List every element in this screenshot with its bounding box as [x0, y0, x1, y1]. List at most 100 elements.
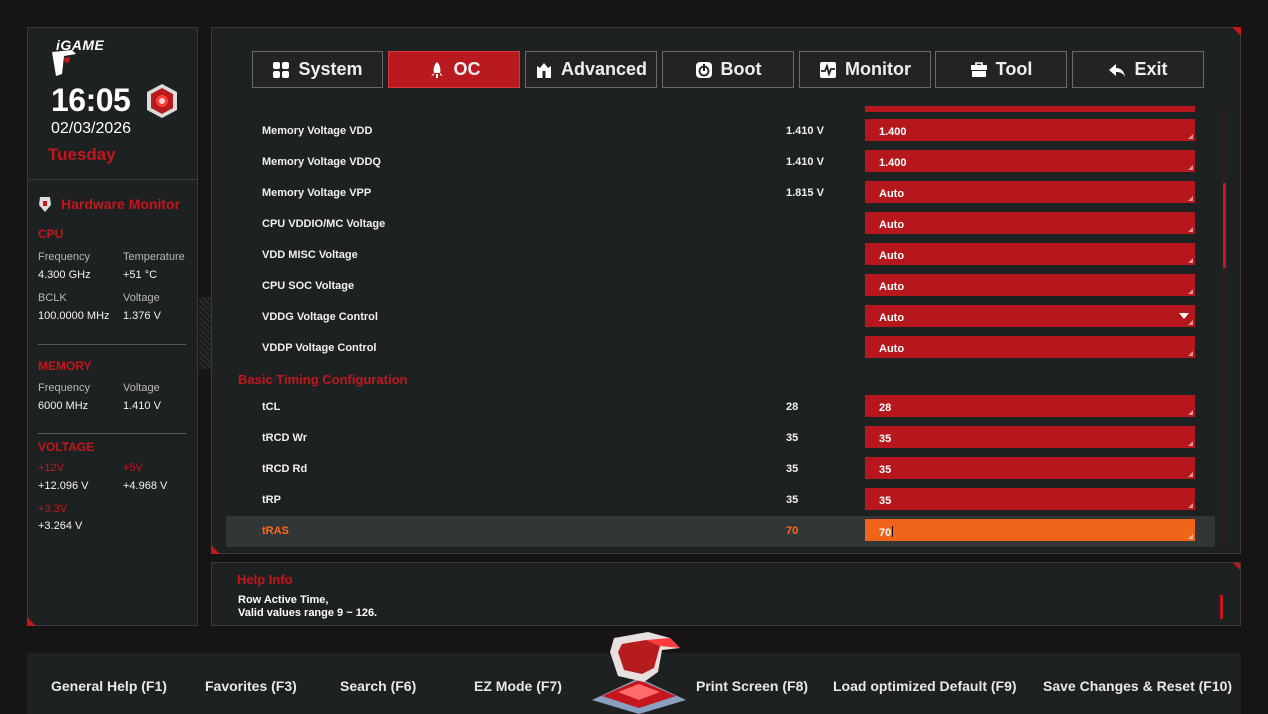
setting-row-tras[interactable]: tRAS 70 70 [226, 516, 1215, 547]
setting-current-value: 35 [786, 494, 799, 506]
pulse-icon [820, 61, 836, 78]
memory-frequency-label: Frequency [38, 382, 90, 394]
hardware-monitor-title: Hardware Monitor [61, 196, 181, 212]
rocket-icon [430, 61, 443, 78]
setting-label: tRCD Rd [262, 463, 308, 475]
setting-value-dropdown[interactable]: Auto [865, 305, 1195, 327]
setting-label: Memory Voltage VPP [262, 187, 372, 199]
memory-voltage-value: 1.410 V [123, 400, 161, 412]
igame-emblem-logo [592, 632, 686, 714]
setting-value-field[interactable]: Auto [865, 274, 1195, 296]
search-button[interactable]: Search (F6) [340, 678, 416, 694]
return-arrow-icon [1109, 63, 1126, 77]
ez-mode-button[interactable]: EZ Mode (F7) [474, 678, 562, 694]
setting-label: Memory Voltage VDD [262, 125, 373, 137]
setting-value-field[interactable]: 1.400 [865, 119, 1195, 141]
cpu-frequency-value: 4.300 GHz [38, 269, 91, 281]
setting-value-field[interactable]: Auto [865, 212, 1195, 234]
cpu-temperature-value: +51 °C [123, 269, 158, 281]
setting-current-value: 1.410 V [786, 156, 824, 168]
general-help-button[interactable]: General Help (F1) [51, 678, 167, 694]
setting-value-field[interactable]: 35 [865, 488, 1195, 510]
divider [28, 179, 197, 180]
setting-value-input[interactable]: 70 [865, 519, 1195, 541]
setting-label: CPU VDDIO/MC Voltage [262, 218, 386, 230]
decorative-strip [199, 297, 211, 369]
setting-label: Memory Voltage VDDQ [262, 156, 381, 168]
v33-label: +3.3V [38, 503, 68, 515]
setting-row-cpu-soc-voltage[interactable]: CPU SOC Voltage Auto [226, 271, 1215, 302]
tab-label: Monitor [845, 59, 911, 79]
scrollbar-thumb[interactable] [1223, 183, 1226, 268]
favorites-button[interactable]: Favorites (F3) [205, 678, 297, 694]
help-text-line: Valid values range 9 ~ 126. [238, 607, 378, 619]
save-reset-button[interactable]: Save Changes & Reset (F10) [1043, 678, 1232, 694]
setting-value-field[interactable]: 1.400 [865, 150, 1195, 172]
power-icon [695, 61, 712, 78]
setting-row-cpu-vddio-mc-voltage[interactable]: CPU VDDIO/MC Voltage Auto [226, 209, 1215, 240]
v33-value: +3.264 V [38, 520, 83, 532]
help-scrollbar[interactable] [1220, 595, 1223, 619]
clock-date: 02/03/2026 [51, 120, 132, 137]
cpu-bclk-label: BCLK [38, 292, 67, 304]
tab-exit[interactable]: Exit [1072, 51, 1204, 88]
tab-label: Tool [995, 59, 1033, 79]
setting-current-value: 70 [786, 525, 799, 537]
setting-value-field[interactable]: 28 [865, 395, 1195, 417]
tab-label: OC [453, 59, 481, 79]
setting-label: CPU SOC Voltage [262, 280, 355, 292]
divider [38, 344, 186, 345]
setting-value-field[interactable]: 35 [865, 426, 1195, 448]
cpu-temperature-label: Temperature [123, 251, 185, 263]
v5-value: +4.968 V [123, 480, 168, 492]
tab-oc[interactable]: OC [388, 51, 520, 88]
setting-row-memory-voltage-vpp[interactable]: Memory Voltage VPP 1.815 V Auto [226, 178, 1215, 209]
tab-boot[interactable]: Boot [662, 51, 794, 88]
setting-value-field[interactable]: Auto [865, 243, 1195, 265]
setting-label: VDD MISC Voltage [262, 249, 358, 261]
setting-current-value: 1.410 V [786, 125, 824, 137]
setting-value-field[interactable]: 35 [865, 457, 1195, 479]
memory-frequency-value: 6000 MHz [38, 400, 89, 412]
setting-label: tRP [262, 494, 281, 506]
setting-current-value: 1.815 V [786, 187, 824, 199]
help-title: Help Info [237, 572, 293, 587]
memory-voltage-label: Voltage [123, 382, 160, 394]
v12-value: +12.096 V [38, 480, 89, 492]
setting-row-trcd-rd[interactable]: tRCD Rd 35 35 [226, 454, 1215, 485]
clock-day: Tuesday [48, 145, 116, 164]
hardware-monitor-icon [39, 197, 51, 212]
memory-section-title: MEMORY [38, 359, 92, 373]
chevron-down-icon [1179, 313, 1189, 319]
setting-row-memory-voltage-vdd[interactable]: Memory Voltage VDD 1.410 V 1.400 [226, 116, 1215, 147]
setting-label: VDDG Voltage Control [262, 311, 378, 323]
setting-row-memory-voltage-vddq[interactable]: Memory Voltage VDDQ 1.410 V 1.400 [226, 147, 1215, 178]
setting-row-tcl[interactable]: tCL 28 28 [226, 392, 1215, 423]
divider [38, 433, 186, 434]
clock-time: 16:05 [51, 82, 131, 118]
setting-value-field[interactable]: Auto [865, 181, 1195, 203]
setting-row-trcd-wr[interactable]: tRCD Wr 35 35 [226, 423, 1215, 454]
scrollbar-track[interactable] [1223, 110, 1225, 546]
setting-row-vdd-misc-voltage[interactable]: VDD MISC Voltage Auto [226, 240, 1215, 271]
load-defaults-button[interactable]: Load optimized Default (F9) [833, 678, 1017, 694]
tab-label: Exit [1134, 59, 1168, 79]
cpu-bclk-value: 100.0000 MHz [38, 310, 110, 322]
setting-label: tRAS [262, 525, 289, 537]
tab-label: System [298, 59, 363, 79]
setting-row-vddg-voltage-control[interactable]: VDDG Voltage Control Auto [226, 302, 1215, 333]
logo-text: iGAME [56, 37, 105, 53]
print-screen-button[interactable]: Print Screen (F8) [696, 678, 808, 694]
setting-current-value: 35 [786, 432, 799, 444]
cpu-voltage-value: 1.376 V [123, 310, 161, 322]
tab-advanced[interactable]: Advanced [525, 51, 657, 88]
setting-row-vddp-voltage-control[interactable]: VDDP Voltage Control Auto [226, 333, 1215, 364]
help-info-panel: Help Info Row Active Time, Valid values … [211, 562, 1241, 626]
tab-tool[interactable]: Tool [935, 51, 1067, 88]
setting-value-field[interactable]: Auto [865, 336, 1195, 358]
tab-label: Boot [720, 59, 762, 79]
tab-monitor[interactable]: Monitor [799, 51, 931, 88]
tab-system[interactable]: System [252, 51, 383, 88]
setting-row-trp[interactable]: tRP 35 35 [226, 485, 1215, 516]
dropdown-selected-value: Auto [879, 312, 905, 324]
